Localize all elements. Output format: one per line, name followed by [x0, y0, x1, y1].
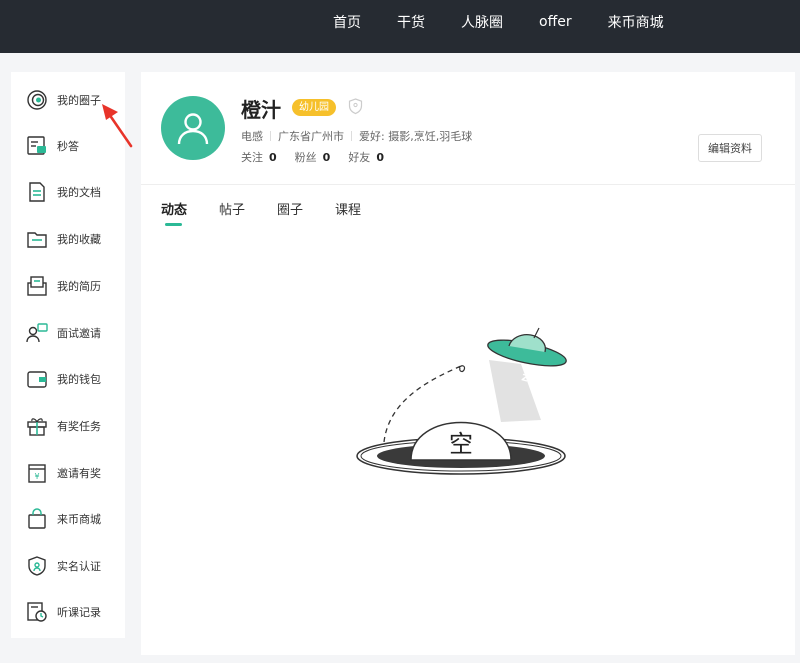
stat-value: 0	[322, 151, 331, 164]
sidebar-item-label: 听课记录	[57, 606, 101, 619]
svg-text:¥: ¥	[34, 472, 39, 481]
user-info-line: 电感 广东省广州市 爱好: 摄影,烹饪,羽毛球	[241, 128, 472, 144]
info-separator	[351, 131, 352, 141]
top-nav: 首页 干货 人脉圈 offer 来币商城	[333, 0, 700, 44]
sidebar-item-my-favorites[interactable]: 我的收藏	[25, 226, 101, 252]
stat-friends[interactable]: 好友 0	[348, 149, 384, 165]
profile-main-panel: 橙汁 幼儿园 电感 广东省广州市 爱好: 摄影,烹饪,羽毛球 关注 0 粉丝 0 好…	[141, 72, 795, 655]
stat-label: 关注	[241, 151, 263, 164]
invite-reward-icon: ¥	[25, 461, 49, 485]
divider	[141, 184, 795, 185]
sidebar-item-label: 我的钱包	[57, 373, 101, 386]
sidebar-item-label: 我的文档	[57, 186, 101, 199]
sidebar-item-interview-invites[interactable]: 面试邀请	[25, 320, 101, 346]
sidebar-item-course-history[interactable]: 听课记录	[25, 599, 101, 625]
sidebar-item-my-documents[interactable]: 我的文档	[25, 179, 101, 205]
stat-label: 好友	[348, 151, 371, 164]
avatar[interactable]	[161, 96, 225, 160]
wallet-icon	[25, 367, 49, 391]
nav-offer[interactable]: offer	[539, 14, 572, 30]
verified-shield-icon	[25, 554, 49, 578]
stat-followers[interactable]: 粉丝 0	[295, 149, 331, 165]
stat-value: 0	[269, 151, 277, 164]
course-history-icon	[25, 600, 49, 624]
sidebar-item-real-name-auth[interactable]: 实名认证	[25, 553, 101, 579]
user-icon	[177, 113, 209, 145]
folder-icon	[25, 227, 49, 251]
document-icon	[25, 180, 49, 204]
top-navigation-bar: 首页 干货 人脉圈 offer 来币商城	[0, 0, 800, 53]
stat-label: 粉丝	[294, 151, 317, 164]
shopping-bag-icon	[25, 507, 49, 531]
sidebar-item-label: 我的圈子	[57, 94, 101, 107]
sidebar-item-quick-answer[interactable]: 秒答	[25, 133, 79, 159]
sidebar-item-label: 秒答	[57, 140, 79, 153]
sidebar-item-label: 有奖任务	[57, 420, 101, 433]
hobbies: 爱好: 摄影,烹饪,羽毛球	[359, 130, 473, 143]
sidebar-item-label: 邀请有奖	[57, 467, 101, 480]
interview-icon	[25, 321, 49, 345]
industry: 电感	[241, 130, 263, 143]
profile-tabs: 动态 帖子 圈子 课程	[161, 199, 393, 226]
sidebar-item-label: 实名认证	[57, 560, 101, 573]
info-separator	[270, 131, 271, 141]
sidebar-item-my-wallet[interactable]: 我的钱包	[25, 366, 101, 392]
unverified-shield-icon[interactable]	[348, 98, 363, 115]
stat-value: 0	[376, 151, 384, 164]
tab-posts[interactable]: 帖子	[219, 199, 245, 218]
sidebar-item-reward-tasks[interactable]: 有奖任务	[25, 413, 101, 439]
level-badge: 幼儿园	[292, 99, 336, 116]
annotation-arrow-icon	[102, 104, 133, 148]
empty-state-text: 空	[449, 430, 473, 458]
sidebar-item-label: 我的收藏	[57, 233, 101, 246]
gift-icon	[25, 414, 49, 438]
nav-coin-mall[interactable]: 来币商城	[608, 12, 664, 32]
sidebar-item-my-resume[interactable]: 我的简历	[25, 273, 101, 299]
tab-activity[interactable]: 动态	[161, 199, 187, 226]
nav-network[interactable]: 人脉圈	[461, 12, 503, 32]
stat-following[interactable]: 关注 0	[241, 149, 277, 165]
sidebar-item-coin-mall[interactable]: 来币商城	[25, 506, 101, 532]
user-stats: 关注 0 粉丝 0 好友 0	[241, 149, 402, 165]
tab-circles[interactable]: 圈子	[277, 199, 303, 218]
user-name: 橙汁	[241, 98, 281, 122]
sidebar-item-my-circle[interactable]: 我的圈子	[25, 87, 101, 113]
sidebar-item-label: 来币商城	[57, 513, 101, 526]
sidebar-item-label: 面试邀请	[57, 327, 101, 340]
nav-home[interactable]: 首页	[333, 12, 361, 32]
tab-courses[interactable]: 课程	[335, 199, 361, 218]
location: 广东省广州市	[278, 130, 344, 143]
edit-profile-button[interactable]: 编辑资料	[698, 134, 762, 162]
sidebar: 我的圈子 秒答 我的文档 我的收藏 我的简历 面试邀请 我的钱包 有奖任务 ¥ …	[11, 72, 125, 638]
resume-icon	[25, 274, 49, 298]
quick-answer-icon	[25, 134, 49, 158]
empty-state-illustration: ZLIJL 空	[356, 327, 567, 475]
nav-dry-goods[interactable]: 干货	[397, 12, 425, 32]
circle-icon	[25, 88, 49, 112]
sidebar-item-invite-rewards[interactable]: ¥ 邀请有奖	[25, 460, 101, 486]
sidebar-item-label: 我的简历	[57, 280, 101, 293]
